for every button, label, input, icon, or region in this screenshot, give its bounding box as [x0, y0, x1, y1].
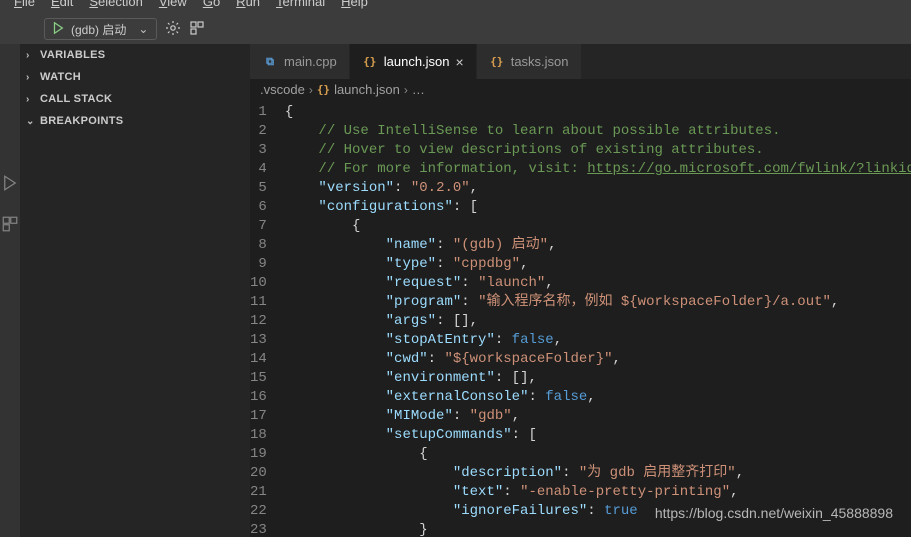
debug-toolbar: (gdb) 启动 ⌄ — [0, 14, 911, 44]
extensions-icon[interactable] — [1, 215, 19, 236]
chevron-right-icon: › — [26, 72, 36, 83]
breadcrumb-file[interactable]: launch.json — [334, 82, 400, 97]
tab-launch-json[interactable]: {} launch.json × — [350, 44, 477, 79]
panel-label: CALL STACK — [40, 93, 112, 105]
breadcrumb-tail[interactable]: … — [412, 82, 425, 97]
chevron-down-icon: ⌄ — [26, 116, 36, 127]
tab-label: main.cpp — [284, 54, 337, 69]
menu-edit[interactable]: Edit — [45, 0, 79, 9]
json-icon: {} — [489, 54, 505, 70]
chevron-right-icon: › — [309, 83, 313, 97]
tab-bar: ⧉ main.cpp {} launch.json × {} tasks.jso… — [250, 44, 911, 79]
tab-tasks-json[interactable]: {} tasks.json — [477, 44, 582, 79]
watermark: https://blog.csdn.net/weixin_45888898 — [655, 505, 893, 521]
panel-label: WATCH — [40, 71, 81, 83]
run-debug-icon[interactable] — [1, 174, 19, 195]
gear-icon[interactable] — [165, 20, 181, 39]
json-icon: {} — [362, 54, 378, 70]
cpp-icon: ⧉ — [262, 54, 278, 70]
code-editor[interactable]: 1 2 3 4 5 6 7 8 9 10 11 12 13 14 15 16 1… — [250, 101, 911, 537]
line-numbers: 1 2 3 4 5 6 7 8 9 10 11 12 13 14 15 16 1… — [250, 101, 285, 537]
menu-selection[interactable]: Selection — [83, 0, 148, 9]
tab-label: tasks.json — [511, 54, 569, 69]
panel-call-stack[interactable]: › CALL STACK — [20, 88, 250, 110]
editor-area: ⧉ main.cpp {} launch.json × {} tasks.jso… — [250, 44, 911, 537]
panel-label: VARIABLES — [40, 49, 105, 61]
code-content[interactable]: { // Use IntelliSense to learn about pos… — [285, 101, 911, 537]
menu-run[interactable]: Run — [230, 0, 266, 9]
panel-label: BREAKPOINTS — [40, 115, 123, 127]
menu-view[interactable]: View — [153, 0, 193, 9]
menu-terminal[interactable]: Terminal — [270, 0, 331, 9]
json-icon: {} — [317, 83, 330, 96]
activity-bar — [0, 44, 20, 537]
tab-main-cpp[interactable]: ⧉ main.cpp — [250, 44, 350, 79]
play-icon[interactable] — [51, 21, 65, 38]
chevron-right-icon: › — [404, 83, 408, 97]
panel-variables[interactable]: › VARIABLES — [20, 44, 250, 66]
panel-watch[interactable]: › WATCH — [20, 66, 250, 88]
menu-file[interactable]: File — [8, 0, 41, 9]
chevron-right-icon: › — [26, 94, 36, 105]
sidebar: › VARIABLES › WATCH › CALL STACK ⌄ BREAK… — [20, 44, 250, 537]
chevron-right-icon: › — [26, 50, 36, 61]
tab-label: launch.json — [384, 54, 450, 69]
debug-config-name: (gdb) 启动 — [71, 21, 126, 38]
close-icon[interactable]: × — [456, 54, 464, 70]
menu-help[interactable]: Help — [335, 0, 374, 9]
breadcrumb-folder[interactable]: .vscode — [260, 82, 305, 97]
overflow-icon[interactable] — [189, 20, 205, 39]
menu-go[interactable]: Go — [197, 0, 226, 9]
chevron-down-icon[interactable]: ⌄ — [132, 22, 154, 36]
menu-bar: File Edit Selection View Go Run Terminal… — [0, 0, 911, 14]
debug-config-selector[interactable]: (gdb) 启动 ⌄ — [44, 18, 157, 40]
breadcrumbs[interactable]: .vscode › {} launch.json › … — [250, 79, 911, 101]
panel-breakpoints[interactable]: ⌄ BREAKPOINTS — [20, 110, 250, 132]
